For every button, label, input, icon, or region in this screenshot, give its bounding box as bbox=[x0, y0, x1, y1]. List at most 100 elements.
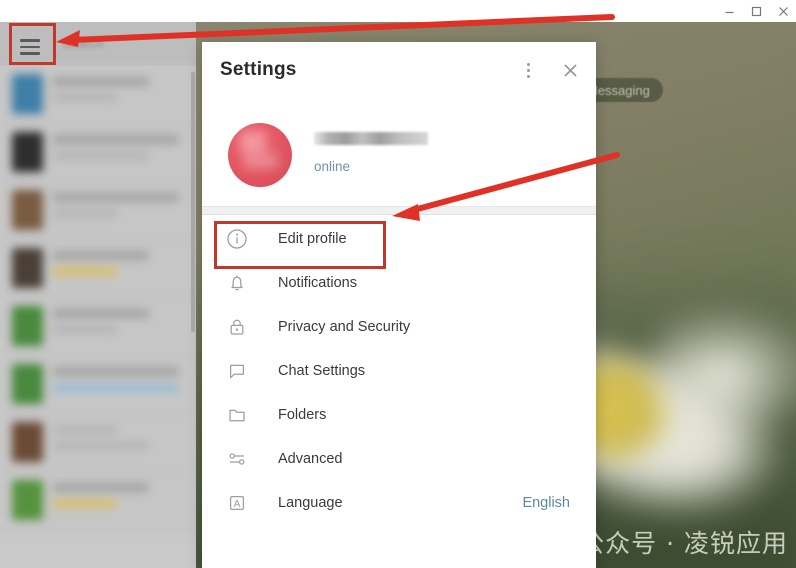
list-item-subtitle bbox=[53, 499, 117, 508]
app-root: Messaging 公众号 · 凌锐应用 Search Settings onl… bbox=[0, 0, 796, 568]
hamburger-menu-icon bbox=[20, 45, 40, 49]
menu-item-label: Chat Settings bbox=[278, 363, 366, 379]
avatar bbox=[12, 132, 43, 172]
maximize-button[interactable] bbox=[750, 5, 763, 18]
folders-menu-item[interactable]: Folders bbox=[202, 393, 596, 437]
list-item-subtitle bbox=[53, 441, 149, 450]
svg-text:A: A bbox=[233, 498, 240, 510]
list-item[interactable] bbox=[0, 414, 196, 472]
list-item-subtitle bbox=[53, 325, 117, 334]
window-controls bbox=[723, 0, 790, 22]
more-options-button[interactable] bbox=[518, 60, 538, 80]
list-item-text bbox=[53, 132, 186, 173]
list-item[interactable] bbox=[0, 240, 196, 298]
chat-settings-menu-item[interactable]: Chat Settings bbox=[202, 349, 596, 393]
avatar bbox=[12, 422, 43, 462]
language-value[interactable]: English bbox=[522, 495, 570, 511]
chat-list-sidebar: Search bbox=[0, 22, 196, 568]
avatar-blur-patch bbox=[244, 153, 278, 169]
list-item-title bbox=[53, 77, 149, 86]
close-dialog-button[interactable] bbox=[560, 60, 580, 80]
profile-name bbox=[314, 132, 428, 145]
profile-section[interactable]: online bbox=[202, 98, 596, 206]
avatar bbox=[12, 480, 43, 520]
list-item-subtitle bbox=[53, 93, 117, 102]
profile-info: online bbox=[314, 132, 428, 178]
edit-profile-menu-item[interactable]: Edit profile bbox=[202, 217, 596, 261]
list-item-text bbox=[53, 190, 186, 231]
minimize-icon bbox=[725, 11, 734, 13]
list-item-subtitle bbox=[53, 151, 149, 160]
sidebar-scrollbar[interactable] bbox=[191, 72, 195, 332]
list-item-subtitle bbox=[53, 267, 117, 276]
notifications-menu-item[interactable]: Notifications bbox=[202, 261, 596, 305]
list-item-subtitle bbox=[53, 209, 117, 218]
hamburger-menu-button[interactable] bbox=[12, 32, 48, 62]
list-item[interactable] bbox=[0, 66, 196, 124]
list-item-title bbox=[53, 425, 117, 434]
avatar bbox=[12, 74, 43, 114]
list-item-subtitle bbox=[53, 383, 180, 392]
menu-item-label: Language bbox=[278, 495, 343, 511]
avatar bbox=[12, 190, 43, 230]
list-item[interactable] bbox=[0, 182, 196, 240]
list-item-text bbox=[53, 422, 186, 463]
list-item-text bbox=[53, 306, 186, 347]
menu-item-label: Folders bbox=[278, 407, 327, 423]
list-item-text bbox=[53, 74, 186, 115]
settings-dialog: Settings online Edit profile Notificatio… bbox=[202, 42, 596, 568]
list-item-title bbox=[53, 251, 149, 260]
background-white-highlight bbox=[656, 302, 796, 422]
letter-a-box-icon: A bbox=[224, 490, 250, 516]
list-item[interactable] bbox=[0, 356, 196, 414]
list-item-title bbox=[53, 193, 180, 202]
avatar[interactable] bbox=[228, 123, 292, 187]
window-titlebar bbox=[0, 0, 796, 22]
list-item-title bbox=[53, 483, 149, 492]
lock-icon bbox=[224, 314, 250, 340]
dialog-header-actions bbox=[518, 60, 580, 80]
settings-menu: Edit profile Notifications Privacy and S… bbox=[202, 215, 596, 525]
menu-item-label: Advanced bbox=[278, 451, 343, 467]
list-item-title bbox=[53, 309, 149, 318]
settings-dialog-header: Settings bbox=[202, 42, 596, 98]
avatar-blur-patch bbox=[240, 131, 266, 153]
page-title: Settings bbox=[220, 59, 297, 80]
minimize-button[interactable] bbox=[723, 5, 736, 18]
sidebar-toolbar: Search bbox=[0, 22, 196, 66]
close-icon bbox=[563, 63, 577, 77]
sliders-icon bbox=[224, 446, 250, 472]
menu-item-label: Notifications bbox=[278, 275, 357, 291]
info-circle-icon bbox=[224, 226, 250, 252]
section-divider bbox=[202, 206, 596, 215]
avatar bbox=[12, 248, 43, 288]
close-button[interactable] bbox=[777, 5, 790, 18]
status-badge: online bbox=[314, 159, 351, 174]
avatar bbox=[12, 306, 43, 346]
list-item-title bbox=[53, 135, 180, 144]
list-item-text bbox=[53, 364, 186, 405]
hamburger-menu-icon bbox=[20, 39, 40, 42]
bell-icon bbox=[224, 270, 250, 296]
close-icon bbox=[779, 6, 788, 16]
hamburger-menu-icon bbox=[20, 52, 40, 55]
list-item[interactable] bbox=[0, 124, 196, 182]
maximize-icon bbox=[751, 6, 762, 16]
chat-list[interactable] bbox=[0, 66, 196, 568]
avatar bbox=[12, 364, 43, 404]
menu-item-label: Privacy and Security bbox=[278, 319, 411, 335]
list-item[interactable] bbox=[0, 298, 196, 356]
advanced-menu-item[interactable]: Advanced bbox=[202, 437, 596, 481]
privacy-and-security-menu-item[interactable]: Privacy and Security bbox=[202, 305, 596, 349]
kebab-menu-icon bbox=[526, 62, 530, 78]
watermark-text: 公众号 · 凌锐应用 bbox=[579, 529, 788, 558]
search-input[interactable]: Search bbox=[62, 36, 103, 51]
list-item-text bbox=[53, 248, 186, 289]
chat-bubble-icon bbox=[224, 358, 250, 384]
folder-icon bbox=[224, 402, 250, 428]
language-menu-item[interactable]: A Language English bbox=[202, 481, 596, 525]
list-item[interactable] bbox=[0, 472, 196, 530]
list-item-title bbox=[53, 367, 180, 376]
menu-item-label: Edit profile bbox=[278, 231, 347, 247]
list-item-text bbox=[53, 480, 186, 521]
